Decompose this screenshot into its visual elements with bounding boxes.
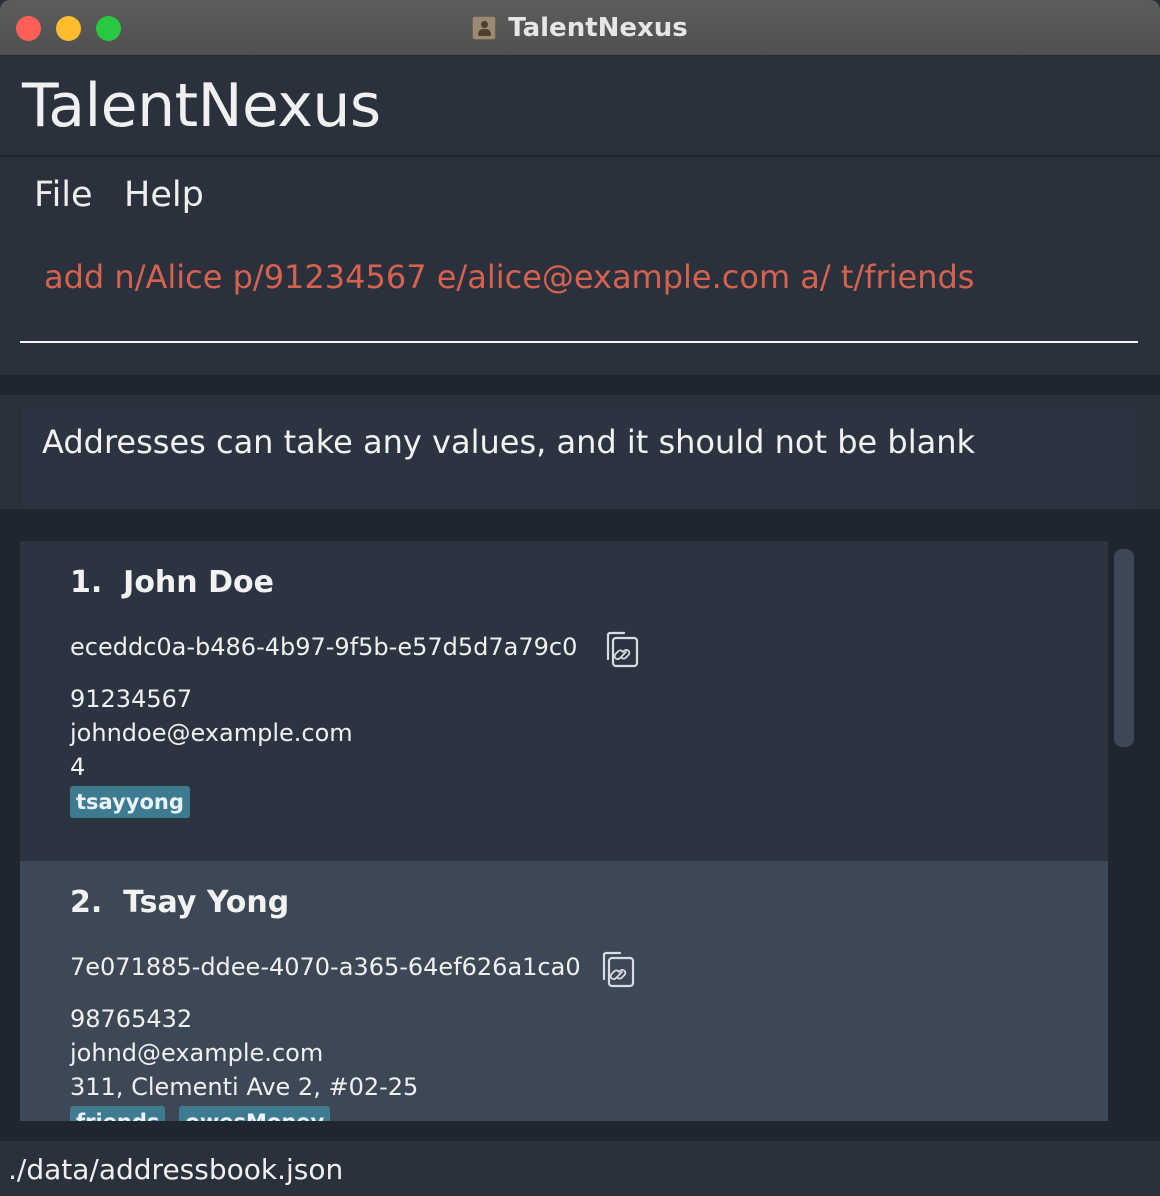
scrollbar-thumb[interactable] bbox=[1114, 549, 1134, 747]
person-address: 4 bbox=[70, 753, 86, 781]
person-card[interactable]: 2. Tsay Yong 7e071885-ddee-4070-a365-64e… bbox=[20, 861, 1108, 1121]
copy-link-icon[interactable] bbox=[602, 629, 642, 669]
menu-bar: File Help bbox=[0, 159, 1160, 229]
person-phone: 91234567 bbox=[70, 685, 193, 713]
tag: tsayyong bbox=[70, 786, 190, 818]
title-bar[interactable]: TalentNexus bbox=[0, 0, 1160, 56]
result-display: Addresses can take any values, and it sh… bbox=[22, 407, 1136, 509]
save-file-path: ./data/addressbook.json bbox=[8, 1153, 344, 1186]
person-uuid: eceddc0a-b486-4b97-9f5b-e57d5d7a79c0 bbox=[70, 633, 578, 661]
person-email: johndoe@example.com bbox=[70, 719, 353, 747]
person-uuid: 7e071885-ddee-4070-a365-64ef626a1ca0 bbox=[70, 953, 581, 981]
command-input[interactable] bbox=[20, 243, 1138, 343]
person-email: johnd@example.com bbox=[70, 1039, 324, 1067]
app-name: TalentNexus bbox=[22, 71, 381, 141]
person-name: 1. John Doe bbox=[70, 565, 274, 600]
tag: friends bbox=[70, 1106, 166, 1121]
title-group: TalentNexus bbox=[0, 0, 1160, 56]
window-title: TalentNexus bbox=[508, 13, 688, 43]
menu-file[interactable]: File bbox=[34, 175, 93, 215]
menu-help[interactable]: Help bbox=[124, 175, 204, 215]
person-name: 2. Tsay Yong bbox=[70, 885, 290, 920]
person-list[interactable]: 1. John Doe eceddc0a-b486-4b97-9f5b-e57d… bbox=[20, 541, 1108, 1121]
copy-link-icon[interactable] bbox=[598, 949, 638, 989]
status-bar: ./data/addressbook.json bbox=[0, 1141, 1160, 1196]
person-address: 311, Clementi Ave 2, #02-25 bbox=[70, 1073, 419, 1101]
app-header: TalentNexus bbox=[0, 57, 1160, 157]
contacts-icon bbox=[472, 16, 497, 40]
tag: owesMoney bbox=[179, 1106, 331, 1121]
command-box bbox=[0, 229, 1160, 375]
person-list-panel: 1. John Doe eceddc0a-b486-4b97-9f5b-e57d… bbox=[0, 509, 1160, 1141]
person-card[interactable]: 1. John Doe eceddc0a-b486-4b97-9f5b-e57d… bbox=[20, 541, 1108, 861]
result-divider bbox=[0, 375, 1160, 395]
app-window: TalentNexus TalentNexus File Help Addres… bbox=[0, 0, 1160, 1196]
person-tags: tsayyong bbox=[70, 786, 190, 818]
person-tags: friends owesMoney bbox=[70, 1106, 331, 1121]
result-message: Addresses can take any values, and it sh… bbox=[42, 423, 975, 461]
person-phone: 98765432 bbox=[70, 1005, 193, 1033]
list-scrollbar[interactable] bbox=[1112, 549, 1134, 1129]
